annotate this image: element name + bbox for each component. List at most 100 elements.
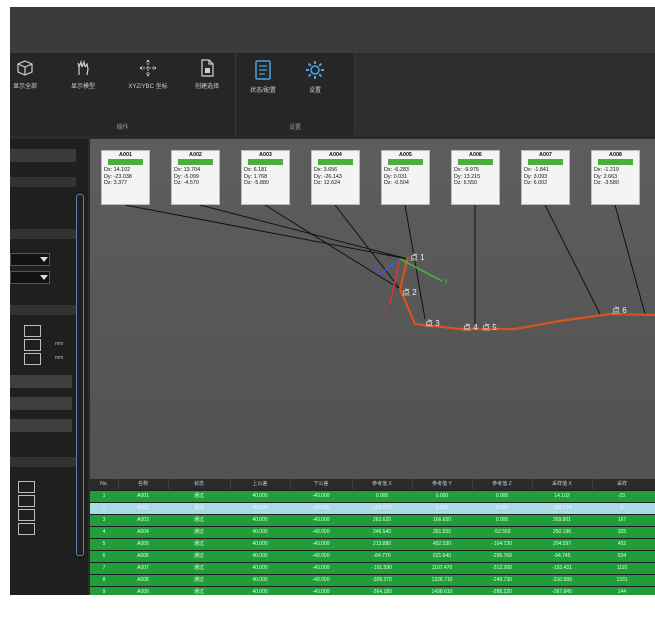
create-selection-label: 创建选择 <box>194 84 219 90</box>
column-divider <box>290 479 291 490</box>
gauge-dz: Dz: 3.377 <box>104 179 128 186</box>
column-divider <box>118 479 119 490</box>
table-cell: 634 <box>617 553 627 559</box>
axis-z-label: Z <box>374 267 378 273</box>
dropdown-2[interactable] <box>10 271 50 284</box>
gauge-card[interactable]: A002 Dx: 13.704 Dy: -5.099 Dz: -4.570 <box>171 150 220 205</box>
table-cell: 40.000 <box>252 529 268 535</box>
table-cell: 168.774 <box>552 505 572 511</box>
gauge-dz: Dz: 6.002 <box>524 179 548 186</box>
table-cell: 155.070 <box>372 505 392 511</box>
dropdown-1[interactable] <box>10 253 50 266</box>
input-field[interactable] <box>24 353 41 365</box>
gauge-card[interactable]: A001 Dx: 14.102 Dy: -23.038 Dz: 3.377 <box>101 150 150 205</box>
column-divider <box>412 479 413 490</box>
point-label: 点 2 <box>402 288 417 297</box>
table-header-row[interactable]: No. 名称 状态 上公差 下公差 参考值 X 参考值 Y 参考值 Z 采样值 X 采样 <box>90 479 655 490</box>
settings-label: 设置 <box>308 88 321 94</box>
chevron-down-icon <box>40 257 48 262</box>
table-row[interactable]: 5 A005 通过 40.000 -40.000 213.880 452.530 -104.7… <box>90 539 655 550</box>
input-field[interactable] <box>24 339 41 351</box>
table-cell: 263.620 <box>372 517 392 523</box>
panel-section <box>10 305 76 315</box>
checkbox[interactable] <box>18 509 35 521</box>
table-cell: 1 <box>102 493 106 499</box>
panel-section <box>10 177 76 187</box>
point-label: 点 3 <box>425 319 440 328</box>
table-row[interactable]: 3 A003 通过 40.000 -40.000 263.620 166.650 0.000 2… <box>90 515 655 526</box>
table-cell: 7 <box>102 565 106 571</box>
gauge-status-bar <box>178 159 213 166</box>
table-row[interactable]: 8 A008 通过 40.000 -40.000 -309.370 1328.710 -249… <box>90 575 655 586</box>
status-config-button[interactable]: 状态/配置 <box>240 59 286 94</box>
point-labels: 点 1 点 2 点 3 点 4 点 5 点 6 <box>402 253 627 332</box>
column-divider <box>230 479 231 490</box>
column-header: No. <box>100 481 108 487</box>
table-row[interactable]: 7 A007 通过 40.000 -40.000 -191.590 1107.470 -312… <box>90 563 655 574</box>
show-model-button[interactable]: 显示模型 <box>60 59 106 90</box>
gauge-status-bar <box>458 159 493 166</box>
table-cell: -309.370 <box>372 577 392 583</box>
gauge-name: A001 <box>119 152 132 158</box>
table-cell: 1107.470 <box>431 565 453 571</box>
checkbox[interactable] <box>18 523 35 535</box>
ribbon-group-settings-label: 设置 <box>288 125 301 131</box>
table-row[interactable]: 9 A009 通过 40.000 -40.000 -364.180 1438.610 -288… <box>90 587 655 595</box>
coordinate-button[interactable]: XYZ/YBC 坐标 <box>118 59 178 90</box>
document-icon <box>201 59 214 77</box>
table-cell: 9 <box>102 589 106 595</box>
3d-viewport[interactable]: Y Z X 点 1 点 2 点 3 点 4 点 5 点 6 A001 Dx: 14… <box>90 139 655 479</box>
hand-icon <box>77 59 89 76</box>
gauge-card[interactable]: A008 Dx: -1.219 Dy: 2.663 Dz: -3.580 <box>591 150 640 205</box>
table-row[interactable]: 6 A006 通过 40.000 -40.000 -84.770 621.640 -296.7… <box>90 551 655 562</box>
checkbox[interactable] <box>18 495 35 507</box>
table-cell: -288.220 <box>492 589 512 595</box>
table-row[interactable]: 1 A001 通过 40.000 -40.000 0.000 0.000 0.000 14.10… <box>90 491 655 502</box>
gauge-card[interactable]: A003 Dx: 6.181 Dy: 1.768 Dz: -5.880 <box>241 150 290 205</box>
point-label: 点 1 <box>410 253 425 262</box>
gauge-card[interactable]: A004 Dx: 3.656 Dy: -26.143 Dz: 12.624 <box>311 150 360 205</box>
panel-button[interactable] <box>10 419 72 432</box>
gauge-card[interactable]: A007 Dx: -1.841 Dy: 3.093 Dz: 6.002 <box>521 150 570 205</box>
table-cell: -40.000 <box>312 529 330 535</box>
ribbon-toolbar: 显示全部 显示模型 XYZ/YBC 坐标 创建选择 操作 状态/配置 设置 设置 <box>10 53 655 135</box>
y-axis-line <box>399 258 443 282</box>
scrollbar[interactable] <box>76 194 84 556</box>
column-divider <box>472 479 473 490</box>
gear-icon <box>306 61 324 79</box>
create-selection-button[interactable]: 创建选择 <box>184 59 230 90</box>
input-field[interactable] <box>24 325 41 337</box>
column-header: 参考值 Y <box>432 481 452 487</box>
axis-x-label: X <box>384 307 388 313</box>
table-cell: 269.801 <box>552 517 572 523</box>
column-divider <box>592 479 593 490</box>
table-cell: 通过 <box>193 541 204 547</box>
table-cell: A002 <box>137 505 149 511</box>
ribbon-group-operate-label: 操作 <box>116 125 129 131</box>
table-cell: 213.880 <box>372 541 392 547</box>
table-row[interactable]: 2 A002 通过 40.000 -40.000 155.070 0.000 0.000 168… <box>90 503 655 514</box>
ribbon-group-settings: 状态/配置 设置 设置 <box>236 53 355 135</box>
panel-button[interactable] <box>10 375 72 388</box>
table-cell: 5 <box>102 541 106 547</box>
table-row[interactable]: 4 A004 通过 40.000 -40.000 246.540 351.550 -52.55… <box>90 527 655 538</box>
table-cell: -312.260 <box>492 565 512 571</box>
settings-button[interactable]: 设置 <box>292 59 338 94</box>
gauge-card[interactable]: A005 Dx: -6.283 Dy: 0.031 Dz: -0.504 <box>381 150 430 205</box>
unit-label: mm <box>55 355 64 361</box>
table-cell: -40.000 <box>312 553 330 559</box>
checkbox[interactable] <box>18 481 35 493</box>
table-cell: 14.102 <box>554 493 570 499</box>
table-cell: 1328.710 <box>431 577 453 583</box>
show-all-button[interactable]: 显示全部 <box>10 59 48 90</box>
table-cell: -40.000 <box>312 505 330 511</box>
table-cell: -193.431 <box>552 565 572 571</box>
panel-button[interactable] <box>10 397 72 410</box>
gauge-name: A005 <box>399 152 412 158</box>
table-cell: 40.000 <box>252 505 268 511</box>
table-cell: 40.000 <box>252 493 268 499</box>
gauge-card[interactable]: A006 Dx: -9.975 Dy: 13.215 Dz: 6.550 <box>451 150 500 205</box>
table-cell: 40.000 <box>252 565 268 571</box>
unit-label: mm <box>55 341 64 347</box>
table-cell: 167 <box>617 517 627 523</box>
